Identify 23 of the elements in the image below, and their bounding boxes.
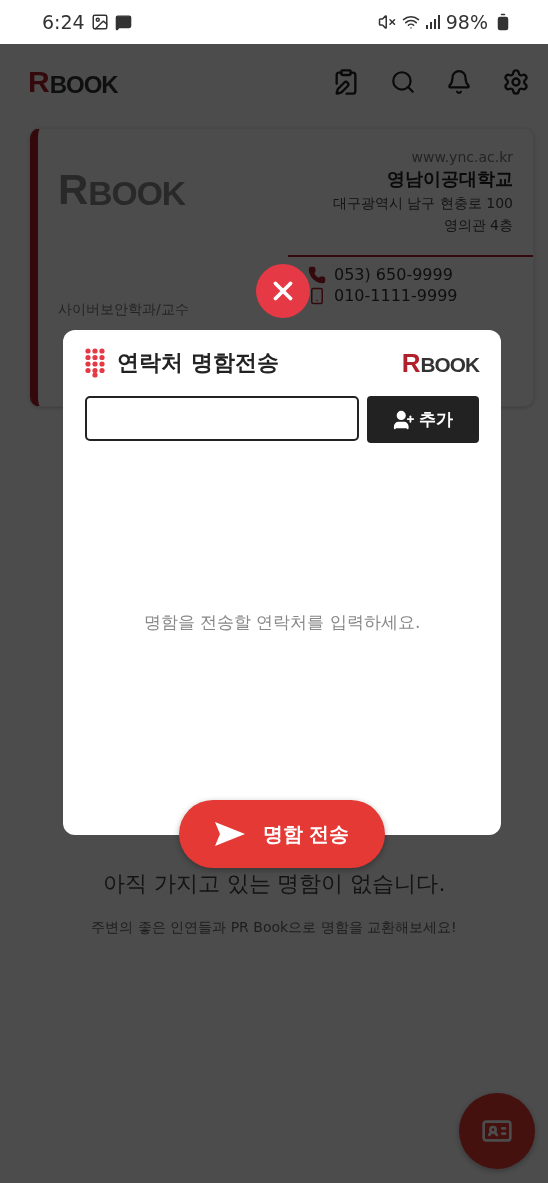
empty-contacts-message: 명함을 전송할 연락처를 입력하세요. [143, 611, 421, 634]
signal-icon [425, 15, 440, 29]
contact-input[interactable] [85, 396, 359, 441]
image-icon [90, 13, 109, 31]
dialpad-icon [85, 348, 105, 378]
add-person-icon [393, 408, 415, 431]
card-organization: 영남이공대학교 [387, 167, 513, 191]
add-button[interactable]: 추가 [367, 396, 479, 443]
empty-title: 아직 가지고 있는 명함이 없습니다. [102, 870, 446, 898]
send-card-button[interactable]: 명함 전송 [179, 800, 385, 868]
battery-percent: 98% [445, 11, 488, 33]
message-icon [114, 13, 132, 31]
app-logo: RBOOK [28, 67, 118, 97]
card-phone: 053) 650-9999 [334, 265, 453, 284]
send-icon [214, 822, 245, 846]
card-address: 영의관 4층 [443, 217, 513, 235]
card-mobile: 010-1111-9999 [334, 286, 458, 305]
dialog-title: 연락처 명함전송 [117, 349, 279, 377]
mute-icon [377, 13, 396, 31]
card-address: 대구광역시 남구 현충로 100 [332, 195, 513, 213]
status-time: 6:24 [42, 11, 85, 33]
wifi-icon [401, 13, 420, 31]
dialog-logo: RBOOK [401, 350, 479, 376]
